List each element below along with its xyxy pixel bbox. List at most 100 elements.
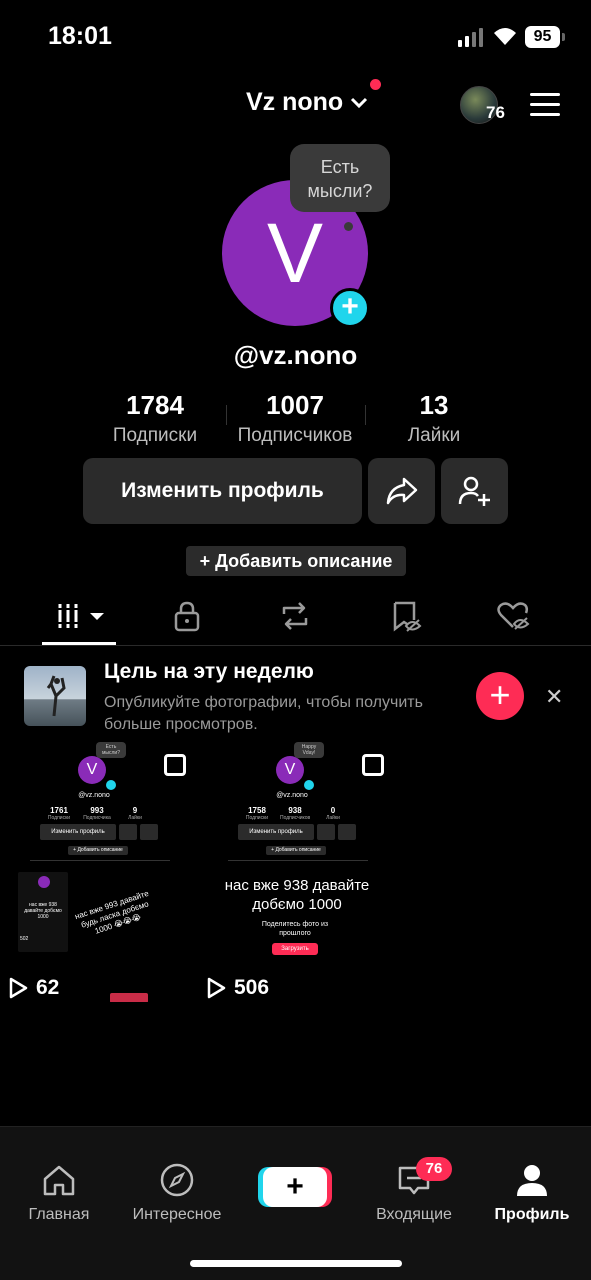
mini-avatar: V	[78, 756, 106, 784]
mini-divider	[228, 860, 368, 861]
play-icon	[207, 977, 226, 999]
video-views: 506	[206, 976, 269, 1000]
stat-likes[interactable]: 13 Лайки	[384, 390, 484, 447]
divider	[365, 405, 366, 425]
tab-liked[interactable]	[483, 598, 543, 634]
wifi-icon	[492, 26, 518, 51]
video-thumbnail[interactable]: V Happy Vday! @vz.nono 1758 Подписки 938 П…	[198, 740, 394, 1002]
mini-share	[119, 824, 137, 840]
photo-carousel-icon	[362, 754, 384, 776]
stat-value: 1007	[266, 390, 324, 420]
bubble-tail	[344, 222, 353, 231]
tab-reposts[interactable]	[265, 598, 325, 634]
mini-inner-screen: нас вже 938 давайте добємо 1000 502	[18, 872, 68, 952]
mini-username: @vz.nono	[78, 792, 110, 799]
mini-username: @vz.nono	[276, 792, 308, 799]
mini-upload: Загрузить	[272, 943, 318, 955]
mini-share-text: Поделитесь фото из прошлого	[261, 921, 329, 937]
status-time: 18:01	[48, 22, 112, 50]
lock-icon	[174, 601, 200, 632]
photo-carousel-icon	[164, 754, 186, 776]
share-profile-button[interactable]	[368, 458, 435, 524]
mini-edit: Изменить профиль	[40, 824, 116, 840]
share-icon	[386, 477, 417, 505]
heart-hidden-icon	[497, 602, 530, 630]
compass-icon	[160, 1163, 194, 1197]
create-button[interactable]: +	[263, 1167, 327, 1207]
stat-followers[interactable]: 1007 Подписчиков	[225, 390, 365, 447]
inbox-badge: 76	[416, 1157, 452, 1181]
profile-icon	[517, 1165, 547, 1196]
goal-title: Цель на эту неделю	[104, 660, 314, 683]
tab-private[interactable]	[157, 598, 217, 634]
bookmark-hidden-icon	[393, 601, 422, 632]
video-caption: нас вже 993 давайте будь ласка добємо 10…	[73, 888, 150, 936]
nav-label: Главная	[28, 1206, 90, 1223]
stat-value: 1784	[126, 390, 184, 420]
nav-label: Входящие	[376, 1206, 452, 1223]
grid-icon	[57, 604, 104, 628]
account-switcher[interactable]: Vz nono	[246, 88, 369, 117]
nav-label: Профиль	[494, 1206, 570, 1223]
stat-value: 13	[419, 390, 449, 420]
add-description-button[interactable]: + Добавить описание	[186, 546, 406, 576]
stat-label: Подписки	[112, 425, 198, 446]
stat-label: Лайки	[407, 425, 461, 446]
mini-inner-views: 502	[20, 936, 29, 942]
mini-edit: Изменить профиль	[238, 824, 314, 840]
add-story-button[interactable]: +	[330, 288, 370, 328]
tab-favorites[interactable]	[376, 598, 436, 634]
mini-stat: 0 Лайки	[326, 806, 340, 821]
stat-following[interactable]: 1784 Подписки	[105, 390, 205, 447]
thoughts-bubble[interactable]: Есть мысли?	[290, 144, 390, 212]
mini-stat: 1761 Подписки	[47, 806, 71, 821]
nav-label: Интересное	[132, 1206, 222, 1223]
mini-add	[338, 824, 356, 840]
nav-home[interactable]: Главная	[20, 1160, 98, 1224]
notification-dot	[370, 79, 381, 90]
mini-avatar: V	[276, 756, 304, 784]
mini-bubble: Happy Vday!	[294, 742, 324, 758]
close-icon[interactable]: ✕	[545, 684, 563, 710]
home-icon	[43, 1165, 75, 1196]
mini-stat: 993 Подписчика	[83, 806, 111, 821]
repost-icon	[282, 602, 308, 630]
mini-inner-avatar	[38, 876, 50, 888]
mini-add	[140, 824, 158, 840]
mini-stat: 938 Подписчиков	[280, 806, 311, 821]
play-icon	[9, 977, 28, 999]
video-views: 62	[8, 976, 59, 1000]
tab-videos[interactable]	[50, 598, 110, 634]
goal-add-button[interactable]: +	[476, 672, 524, 720]
chevron-down-icon	[351, 97, 368, 108]
mini-share	[317, 824, 335, 840]
add-user-icon	[458, 476, 490, 506]
views-count: 506	[234, 976, 270, 999]
nav-profile[interactable]: Профиль	[494, 1160, 570, 1224]
goal-thumbnail	[24, 666, 86, 726]
friends-count: 76	[486, 103, 505, 122]
goal-description: Опубликуйте фотографии, чтобы получить б…	[104, 694, 423, 733]
profile-username: @vz.nono	[233, 340, 358, 370]
mini-plus	[304, 780, 314, 790]
mini-inner-caption: нас вже 938 давайте добємо 1000	[24, 902, 62, 920]
home-indicator	[190, 1260, 402, 1267]
views-count: 62	[36, 976, 60, 999]
add-friends-button[interactable]	[441, 458, 508, 524]
mini-stat: 1758 Подписки	[245, 806, 269, 821]
mini-desc: + Добавить описание	[266, 846, 326, 855]
video-caption: нас вже 938 давайте добємо 1000	[224, 877, 370, 913]
video-thumbnail[interactable]: V Есть мысли? @vz.nono 1761 Подписки 993 П…	[0, 740, 196, 1002]
edit-profile-button[interactable]: Изменить профиль	[83, 458, 362, 524]
battery-indicator: 95	[525, 26, 565, 48]
nav-discover[interactable]: Интересное	[128, 1160, 226, 1224]
signal-icon	[458, 28, 483, 47]
menu-icon[interactable]	[530, 93, 560, 123]
mini-bubble: Есть мысли?	[96, 742, 126, 758]
mini-divider	[30, 860, 170, 861]
divider	[0, 645, 591, 646]
account-name: Vz nono	[246, 88, 344, 116]
stat-label: Подписчиков	[237, 425, 353, 446]
mini-red-chip	[110, 993, 148, 1002]
mini-stat: 9 Лайки	[128, 806, 142, 821]
